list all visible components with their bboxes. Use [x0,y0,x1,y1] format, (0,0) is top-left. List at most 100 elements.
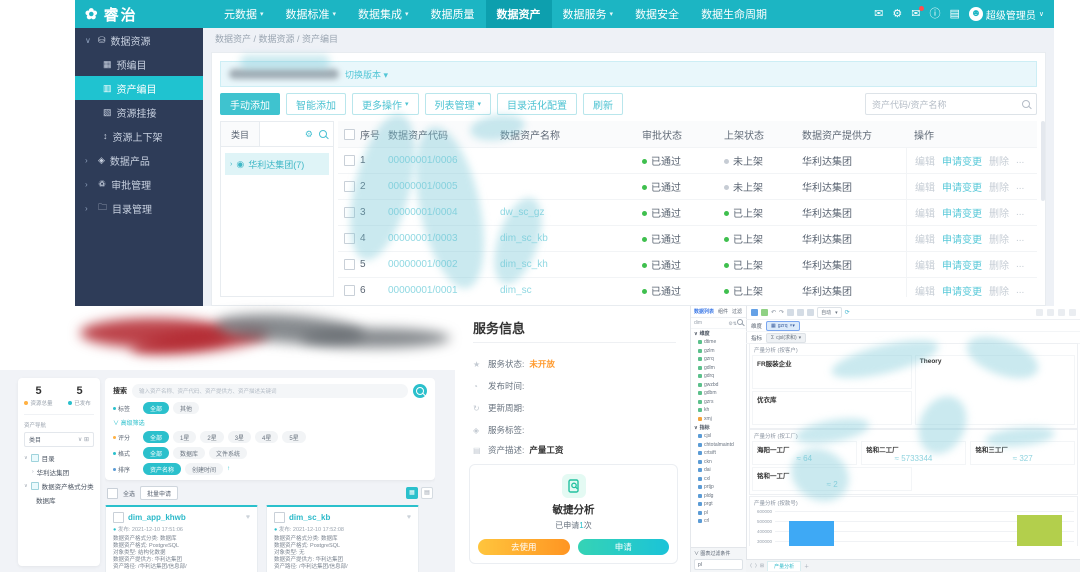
category-select[interactable]: 类目∨ ⊞ [24,432,94,447]
save-icon[interactable] [1069,309,1076,316]
dimension-pill[interactable]: ▦gzrq×▾ [766,321,800,331]
metric-field[interactable]: ckn [691,458,746,467]
nav-item-metadata[interactable]: 元数据▾ [213,0,275,28]
filter-pill[interactable]: 5星 [282,431,305,443]
edit-link[interactable]: 编辑 [915,205,935,220]
request-change-link[interactable]: 申请变更 [942,283,982,297]
tab-list-icon[interactable]: ⊞ [760,563,764,569]
select-all-checkbox[interactable] [107,488,118,499]
batch-apply-button[interactable]: 批量申请 [140,486,178,500]
kpi-card[interactable]: FR服装企业 [752,355,912,389]
tree-node-group[interactable]: › ◉ 华利达集团(7) [225,153,329,175]
filter-pill[interactable]: 文件系统 [209,447,247,459]
delete-link[interactable]: 删除 [989,179,1009,194]
more-actions-button[interactable]: 更多操作▾ [352,93,419,115]
prev-tab-icon[interactable]: ⟨ [750,563,752,569]
bi-tab-filter[interactable]: 过滤 [732,308,742,315]
asset-card[interactable]: dim_sc_kb♥ ● 发布: 2021-12-10 17:52:08 数据资… [266,505,419,572]
dimension-field[interactable]: gdlm [691,364,746,373]
kpi-card[interactable]: Theory [915,355,1075,425]
list-manage-button[interactable]: 列表管理▾ [425,93,492,115]
dimension-field[interactable]: gzrq [691,355,746,364]
edit-link[interactable]: 编辑 [915,283,935,297]
metric-field[interactable]: cjsl [691,432,746,441]
message-icon[interactable]: ✉ [911,9,920,20]
nav-item-quality[interactable]: 数据质量 [420,0,486,28]
chart-mode-select[interactable]: 自动▾ [817,307,842,318]
layout-icon[interactable] [787,309,794,316]
metric-field[interactable]: dai [691,466,746,475]
smart-add-button[interactable]: 智能添加 [286,93,346,115]
list-view-icon[interactable]: ▤ [421,487,433,499]
layout-icon[interactable] [807,309,814,316]
filter-pill[interactable]: 资产名称 [143,463,181,475]
metric-field[interactable]: crl [691,517,746,526]
more-link[interactable]: ... [1016,207,1024,218]
grid-view-icon[interactable]: ▦ [406,487,418,499]
favorite-icon[interactable]: ♥ [246,514,250,521]
dimension-field[interactable]: gzrs [691,398,746,407]
table-type-icon[interactable] [751,309,758,316]
delete-link[interactable]: 删除 [989,231,1009,246]
search-icon[interactable] [1022,100,1030,108]
card-checkbox[interactable] [274,512,285,523]
dimension-field[interactable]: gdrq [691,372,746,381]
kpi-card[interactable]: 铭和三工厂≈ 327 [970,441,1075,465]
dimension-field[interactable]: gzlm [691,347,746,356]
field-tools-icons[interactable]: ⚙⇅ [728,319,743,327]
card-checkbox[interactable] [113,512,124,523]
refresh-icon[interactable]: ⟳ [845,309,850,316]
metric-field[interactable]: prtjp [691,483,746,492]
kpi-card[interactable]: 海阳一工厂≈ 64 [752,441,857,465]
metric-field[interactable]: prgt [691,500,746,509]
redo-icon[interactable]: ↷ [779,309,784,316]
sidebar-item-data-products[interactable]: ›◈数据产品 [75,148,203,172]
sidebar-item-asset-catalog[interactable]: ▥资产编目 [75,76,203,100]
asset-code-link[interactable]: 00000001/0001 [388,285,500,296]
undo-icon[interactable]: ↶ [771,309,776,316]
asset-code-link[interactable]: 00000001/0004 [388,207,500,218]
favorite-icon[interactable]: ♥ [407,514,411,521]
search-icon[interactable] [319,130,327,138]
table-icon[interactable] [1047,309,1054,316]
dimension-field[interactable]: gwzbd [691,381,746,390]
dimension-field[interactable]: dtime [691,338,746,347]
row-checkbox[interactable] [344,155,355,166]
filter-pill[interactable]: 1星 [173,431,196,443]
filter-pill[interactable]: 全部 [143,402,169,414]
edit-link[interactable]: 编辑 [915,153,935,168]
dimension-field[interactable]: kh [691,406,746,415]
switch-version-link[interactable]: 切换版本 ▾ [345,68,388,81]
kpi-card[interactable]: 优衣库 [752,391,912,425]
delete-link[interactable]: 删除 [989,205,1009,220]
request-change-link[interactable]: 申请变更 [942,257,982,272]
bi-tab-data-list[interactable]: 数据列表 [694,308,714,315]
tree-item-group[interactable]: ›华利达集团 [18,463,100,477]
row-checkbox[interactable] [344,233,355,244]
metric-section[interactable]: ∨指标 [691,423,746,432]
row-checkbox[interactable] [344,181,355,192]
add-tab-icon[interactable]: ＋ [804,563,809,570]
nav-item-integration[interactable]: 数据集成▾ [347,0,420,28]
asset-name-link[interactable]: dw_sc_gz [500,207,642,218]
request-change-link[interactable]: 申请变更 [942,205,982,220]
refresh-button[interactable]: 刷新 [583,93,623,115]
asset-search-input[interactable]: 资产代码/资产名称 [865,93,1037,115]
asset-name-link[interactable]: dim_sc_kb [500,233,642,244]
layout-icon[interactable] [797,309,804,316]
delete-link[interactable]: 删除 [989,153,1009,168]
filter-pill[interactable]: 全部 [143,431,169,443]
chart-filter-title[interactable]: ∨ 图表过滤条件 [694,550,743,557]
export-icon[interactable] [1036,309,1043,316]
nav-item-standard[interactable]: 数据标准▾ [275,0,348,28]
filter-pill[interactable]: 数据库 [173,447,205,459]
nav-item-assets[interactable]: 数据资产 [486,0,552,28]
portal-search-input[interactable]: 输入资产名称、资产代码、资产提供方、资产描述关键词 [132,384,408,398]
search-button[interactable] [413,384,427,398]
user-menu[interactable]: ☻ 超级管理员 ∨ [969,7,1044,22]
metric-field[interactable]: crtsift [691,449,746,458]
request-change-link[interactable]: 申请变更 [942,179,982,194]
asset-name-link[interactable]: dim_sc_kh [500,259,642,270]
go-use-button[interactable]: 去使用 [478,539,570,555]
metric-field[interactable]: cxl [691,475,746,484]
